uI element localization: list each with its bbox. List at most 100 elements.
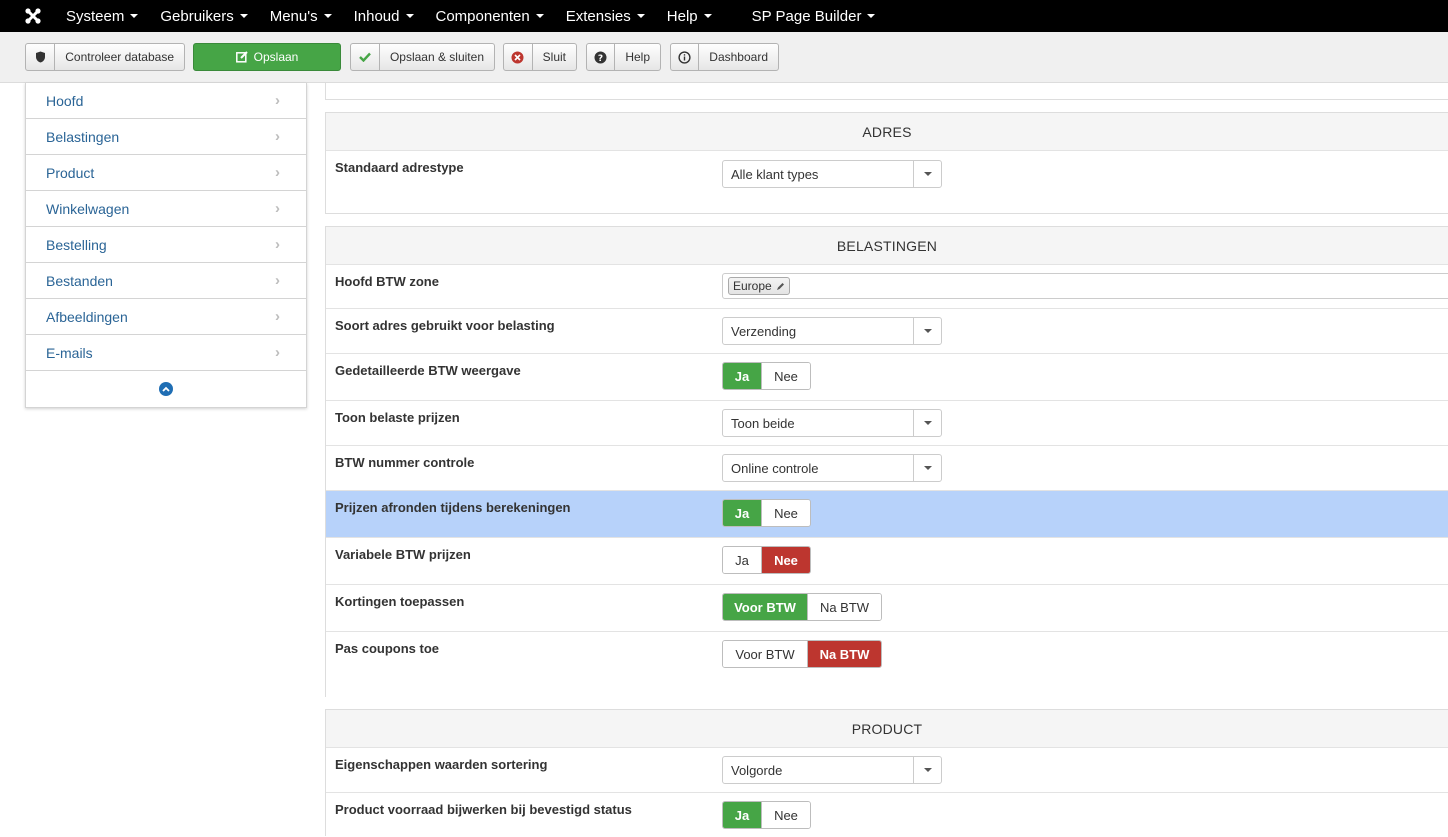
row-apply-discounts: Kortingen toepassen Voor BTW Na BTW [326, 585, 1448, 632]
info-circle-icon [671, 44, 700, 70]
button-label: Opslaan & sluiten [389, 50, 484, 64]
dropdown-arrow-icon [913, 410, 941, 436]
row-round-prices: Prijzen afronden tijdens berekeningen Ja… [326, 491, 1448, 538]
menu-menus[interactable]: Menu's [270, 0, 343, 32]
sidebar-item-bestelling[interactable]: Bestelling › [26, 227, 306, 263]
chevron-right-icon: › [275, 308, 280, 325]
row-address-type-for-tax: Soort adres gebruikt voor belasting Verz… [326, 309, 1448, 354]
field-label: Product voorraad bijwerken bij bevestigd… [335, 802, 632, 817]
caret-down-icon [636, 14, 645, 18]
sidebar-item-winkelwagen[interactable]: Winkelwagen › [26, 191, 306, 227]
vat-number-check-select[interactable]: Online controle [722, 454, 942, 482]
settings-sidebar: Hoofd › Belastingen › Product › Winkelwagen… [25, 83, 307, 408]
chevron-up-icon[interactable] [159, 382, 173, 396]
menu-inhoud[interactable]: Inhoud [354, 0, 425, 32]
panel-belastingen: BELASTINGEN Hoofd BTW zone Europe Soort … [325, 226, 1448, 697]
toggle-option-ja[interactable]: Ja [723, 500, 761, 526]
row-update-stock: Product voorraad bijwerken bij bevestigd… [326, 793, 1448, 837]
sidebar-item-belastingen[interactable]: Belastingen › [26, 119, 306, 155]
menu-label: Menu's [269, 7, 318, 25]
sidebar-item-label: Product [46, 164, 95, 181]
field-label: Kortingen toepassen [335, 594, 465, 609]
panel-title: PRODUCT [326, 710, 1448, 748]
update-stock-toggle[interactable]: Ja Nee [722, 801, 811, 829]
toggle-option-nee[interactable]: Nee [761, 500, 810, 526]
menu-label: Systeem [66, 7, 125, 25]
chevron-right-icon: › [275, 272, 280, 289]
button-label: Opslaan [253, 50, 299, 64]
toggle-option-ja[interactable]: Ja [723, 363, 761, 389]
toggle-option-nee[interactable]: Nee [761, 547, 810, 573]
row-show-taxed-prices: Toon belaste prijzen Toon beide [326, 401, 1448, 446]
toggle-option-na-btw[interactable]: Na BTW [807, 641, 881, 667]
sidebar-item-afbeeldingen[interactable]: Afbeeldingen › [26, 299, 306, 335]
select-value: Toon beide [731, 415, 795, 431]
variable-vat-prices-toggle[interactable]: Ja Nee [722, 546, 811, 574]
menu-label: Componenten [435, 7, 530, 25]
save-close-button[interactable]: Opslaan & sluiten [350, 43, 495, 71]
sidebar-item-bestanden[interactable]: Bestanden › [26, 263, 306, 299]
dashboard-button[interactable]: Dashboard [670, 43, 779, 71]
toggle-option-na-btw[interactable]: Na BTW [807, 594, 881, 620]
menu-label: Help [666, 7, 698, 25]
menu-componenten[interactable]: Componenten [436, 0, 555, 32]
field-label: Hoofd BTW zone [335, 274, 439, 289]
select-value: Alle klant types [731, 166, 819, 182]
row-vat-number-check: BTW nummer controle Online controle [326, 446, 1448, 491]
sidebar-item-emails[interactable]: E-mails › [26, 335, 306, 371]
field-label: BTW nummer controle [335, 455, 475, 470]
joomla-logo-icon[interactable] [0, 0, 66, 32]
svg-text:?: ? [598, 54, 603, 64]
sidebar-item-hoofd[interactable]: Hoofd › [26, 83, 306, 119]
round-prices-toggle[interactable]: Ja Nee [722, 499, 811, 527]
default-address-type-select[interactable]: Alle klant types [722, 160, 942, 188]
toggle-option-voor-btw[interactable]: Voor BTW [723, 641, 807, 667]
show-taxed-prices-select[interactable]: Toon beide [722, 409, 942, 437]
top-navigation-bar: Systeem Gebruikers Menu's Inhoud Compone… [0, 0, 1448, 32]
caret-down-icon [130, 14, 139, 18]
menu-sp-page-builder[interactable]: SP Page Builder [752, 0, 887, 32]
apply-coupons-toggle[interactable]: Voor BTW Na BTW [722, 640, 882, 668]
caret-down-icon [405, 14, 414, 18]
checkmark-icon [351, 44, 380, 70]
toggle-option-nee[interactable]: Nee [761, 802, 810, 828]
dropdown-arrow-icon [913, 455, 941, 481]
apply-discounts-toggle[interactable]: Voor BTW Na BTW [722, 593, 882, 621]
help-button[interactable]: ? Help [586, 43, 661, 71]
row-detailed-vat-display: Gedetailleerde BTW weergave Ja Nee [326, 354, 1448, 401]
zone-tag[interactable]: Europe [728, 277, 790, 295]
field-label: Pas coupons toe [335, 641, 440, 656]
edit-icon [235, 51, 248, 63]
menu-gebruikers[interactable]: Gebruikers [160, 0, 258, 32]
select-value: Volgorde [731, 762, 783, 778]
sidebar-item-label: Afbeeldingen [46, 308, 128, 325]
close-button[interactable]: Sluit [503, 43, 577, 71]
select-value: Verzending [731, 323, 797, 339]
main-vat-zone-input[interactable]: Europe [722, 273, 1448, 299]
save-button[interactable]: Opslaan [193, 43, 341, 71]
menu-help[interactable]: Help [667, 0, 723, 32]
field-label: Variabele BTW prijzen [335, 547, 471, 562]
property-sorting-select[interactable]: Volgorde [722, 756, 942, 784]
toggle-option-ja[interactable]: Ja [723, 547, 761, 573]
sidebar-item-label: Winkelwagen [46, 200, 130, 217]
sidebar-footer [26, 371, 306, 407]
chevron-right-icon: › [275, 164, 280, 181]
dropdown-arrow-icon [913, 757, 941, 783]
menu-label: SP Page Builder [751, 7, 862, 25]
field-label: Prijzen afronden tijdens berekeningen [335, 500, 571, 515]
toggle-option-nee[interactable]: Nee [761, 363, 810, 389]
detailed-vat-display-toggle[interactable]: Ja Nee [722, 362, 811, 390]
button-label: Controleer database [65, 50, 174, 64]
menu-systeem[interactable]: Systeem [66, 0, 149, 32]
sidebar-item-label: Belastingen [46, 128, 120, 145]
caret-down-icon [703, 14, 712, 18]
button-label: Dashboard [709, 50, 768, 64]
sidebar-item-product[interactable]: Product › [26, 155, 306, 191]
toolbar: Controleer database Opslaan Opslaan & sl… [0, 32, 1448, 83]
menu-extensies[interactable]: Extensies [566, 0, 656, 32]
address-type-for-tax-select[interactable]: Verzending [722, 317, 942, 345]
toggle-option-voor-btw[interactable]: Voor BTW [723, 594, 807, 620]
toggle-option-ja[interactable]: Ja [723, 802, 761, 828]
check-database-button[interactable]: Controleer database [25, 43, 185, 71]
